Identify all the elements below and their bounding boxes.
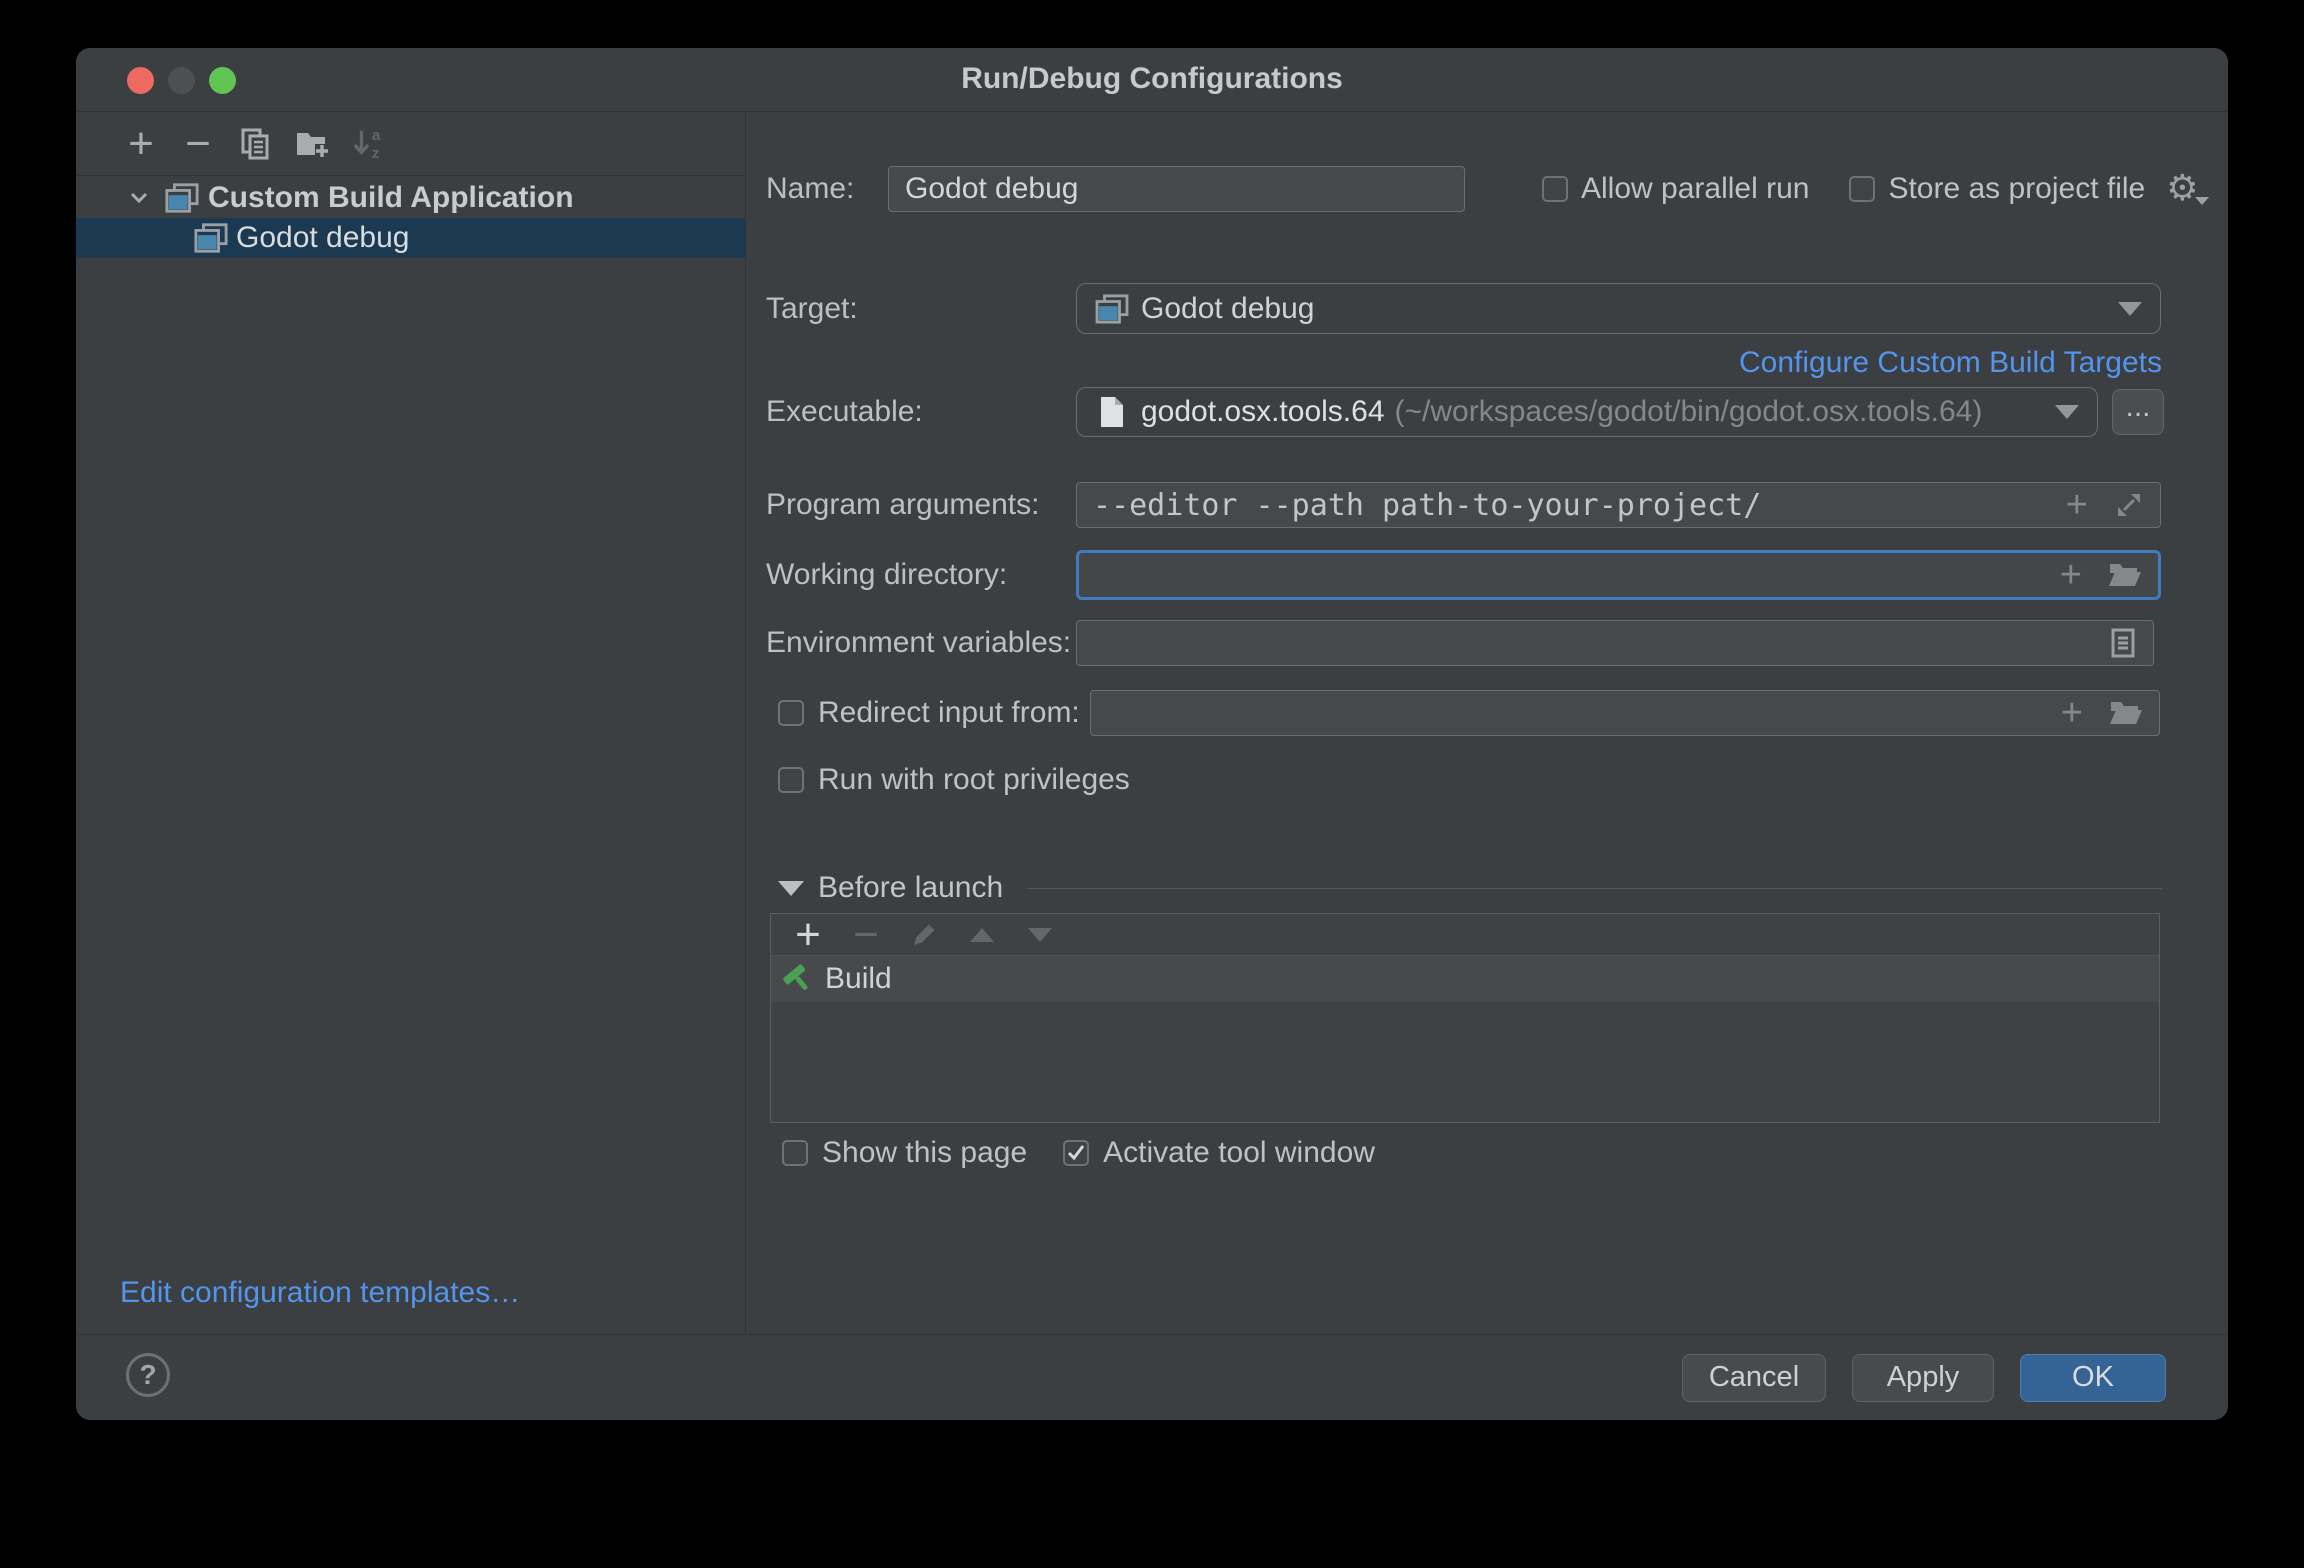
top-checkboxes: Allow parallel run Store as project file… bbox=[1542, 166, 2209, 212]
add-configuration-icon[interactable]: + bbox=[124, 127, 158, 161]
activate-tool-window-label[interactable]: Activate tool window bbox=[1103, 1136, 1375, 1170]
before-launch-toolbar: + − bbox=[771, 914, 2159, 956]
name-value: Godot debug bbox=[905, 172, 1078, 206]
open-folder-icon[interactable] bbox=[2108, 561, 2142, 589]
tree-group-custom-build-application[interactable]: Custom Build Application bbox=[76, 178, 745, 218]
file-icon bbox=[1095, 395, 1129, 429]
new-folder-icon[interactable] bbox=[295, 127, 329, 161]
target-value: Godot debug bbox=[1141, 292, 1314, 326]
svg-text:z: z bbox=[372, 145, 380, 161]
root-privileges-checkbox[interactable] bbox=[778, 767, 804, 793]
window-title: Run/Debug Configurations bbox=[76, 48, 2228, 110]
executable-label: Executable: bbox=[766, 387, 923, 437]
application-icon bbox=[194, 221, 228, 255]
executable-select[interactable]: godot.osx.tools.64 (~/workspaces/godot/b… bbox=[1076, 387, 2098, 437]
tree-group-label: Custom Build Application bbox=[208, 181, 574, 215]
root-privileges-row: Run with root privileges bbox=[778, 760, 1130, 800]
edit-variables-list-icon[interactable] bbox=[2109, 627, 2137, 659]
redirect-input-checkbox[interactable] bbox=[778, 700, 804, 726]
svg-text:a: a bbox=[372, 127, 381, 144]
remove-configuration-icon[interactable]: − bbox=[181, 127, 215, 161]
working-directory-input[interactable]: + bbox=[1076, 550, 2161, 600]
application-icon bbox=[165, 181, 199, 215]
move-down-icon[interactable] bbox=[1023, 918, 1057, 952]
open-folder-icon[interactable] bbox=[2109, 699, 2143, 727]
target-label: Target: bbox=[766, 283, 858, 334]
redirect-input-path-input[interactable]: + bbox=[1090, 690, 2160, 736]
executable-value: godot.osx.tools.64 bbox=[1141, 395, 1385, 429]
zoom-button[interactable] bbox=[209, 67, 236, 94]
copy-configuration-icon[interactable] bbox=[238, 127, 272, 161]
before-launch-header[interactable]: Before launch bbox=[778, 870, 2162, 906]
run-debug-configurations-dialog: Run/Debug Configurations + − bbox=[76, 48, 2228, 1420]
title-bar: Run/Debug Configurations bbox=[76, 48, 2228, 112]
browse-executable-button[interactable]: ... bbox=[2112, 389, 2164, 435]
dialog-footer: ? Cancel Apply OK bbox=[76, 1334, 2228, 1420]
edit-configuration-templates-link[interactable]: Edit configuration templates… bbox=[120, 1276, 520, 1310]
collapse-triangle-icon[interactable] bbox=[778, 881, 804, 896]
working-directory-label: Working directory: bbox=[766, 550, 1007, 600]
task-label: Build bbox=[825, 962, 892, 996]
chevron-down-icon[interactable] bbox=[122, 181, 156, 215]
ok-button[interactable]: OK bbox=[2020, 1354, 2166, 1402]
program-arguments-input[interactable]: --editor --path path-to-your-project/ + bbox=[1076, 482, 2161, 528]
before-launch-task-build[interactable]: Build bbox=[771, 956, 2159, 1002]
remove-task-icon[interactable]: − bbox=[849, 918, 883, 952]
configure-custom-build-targets-link[interactable]: Configure Custom Build Targets bbox=[1739, 346, 2162, 380]
apply-button[interactable]: Apply bbox=[1852, 1354, 1994, 1402]
add-task-icon[interactable]: + bbox=[791, 918, 825, 952]
name-input[interactable]: Godot debug bbox=[888, 166, 1465, 212]
add-macro-icon[interactable]: + bbox=[2061, 698, 2083, 728]
hammer-icon bbox=[781, 962, 815, 996]
show-this-page-label[interactable]: Show this page bbox=[822, 1136, 1027, 1170]
program-arguments-label: Program arguments: bbox=[766, 482, 1039, 528]
tree-item-godot-debug[interactable]: Godot debug bbox=[76, 218, 745, 258]
configurations-sidebar: + − bbox=[76, 112, 746, 1334]
before-launch-title: Before launch bbox=[818, 871, 1003, 905]
store-as-project-file-label[interactable]: Store as project file bbox=[1888, 172, 2145, 206]
edit-task-pencil-icon[interactable] bbox=[907, 918, 941, 952]
store-as-project-file-checkbox[interactable] bbox=[1849, 176, 1875, 202]
tree-item-label: Godot debug bbox=[236, 221, 409, 255]
help-button[interactable]: ? bbox=[126, 1353, 170, 1397]
show-this-page-checkbox[interactable] bbox=[782, 1140, 808, 1166]
dropdown-arrow-icon bbox=[2118, 302, 2142, 316]
dropdown-arrow-icon bbox=[2055, 405, 2079, 419]
allow-parallel-run-label[interactable]: Allow parallel run bbox=[1581, 172, 1809, 206]
environment-variables-label: Environment variables: bbox=[766, 620, 1071, 666]
before-launch-panel: + − bbox=[770, 913, 2160, 1123]
configuration-form: Name: Godot debug Allow parallel run Sto… bbox=[746, 112, 2228, 1334]
add-macro-icon[interactable]: + bbox=[2060, 560, 2082, 590]
store-options-gear-icon[interactable]: ⚙ bbox=[2166, 171, 2208, 207]
sort-alphabetically-icon[interactable]: a z bbox=[352, 127, 386, 161]
check-icon bbox=[1065, 1142, 1087, 1164]
redirect-input-row: Redirect input from: bbox=[778, 690, 1080, 736]
move-up-icon[interactable] bbox=[965, 918, 999, 952]
root-privileges-label[interactable]: Run with root privileges bbox=[818, 763, 1130, 797]
allow-parallel-run-checkbox[interactable] bbox=[1542, 176, 1568, 202]
name-label: Name: bbox=[766, 166, 854, 212]
application-icon bbox=[1095, 292, 1129, 326]
activate-tool-window-checkbox[interactable] bbox=[1063, 1140, 1089, 1166]
redirect-input-label[interactable]: Redirect input from: bbox=[818, 696, 1080, 730]
executable-path: (~/workspaces/godot/bin/godot.osx.tools.… bbox=[1395, 395, 1983, 429]
page-options-row: Show this page Activate tool window bbox=[782, 1136, 1375, 1170]
minimize-button[interactable] bbox=[168, 67, 195, 94]
close-button[interactable] bbox=[127, 67, 154, 94]
program-arguments-value: --editor --path path-to-your-project/ bbox=[1093, 488, 1761, 523]
traffic-lights bbox=[127, 67, 236, 94]
sidebar-toolbar: + − bbox=[76, 112, 745, 176]
expand-field-icon[interactable] bbox=[2114, 490, 2144, 520]
target-select[interactable]: Godot debug bbox=[1076, 283, 2161, 334]
cancel-button[interactable]: Cancel bbox=[1682, 1354, 1826, 1402]
add-macro-icon[interactable]: + bbox=[2066, 490, 2088, 520]
environment-variables-input[interactable] bbox=[1076, 620, 2154, 666]
